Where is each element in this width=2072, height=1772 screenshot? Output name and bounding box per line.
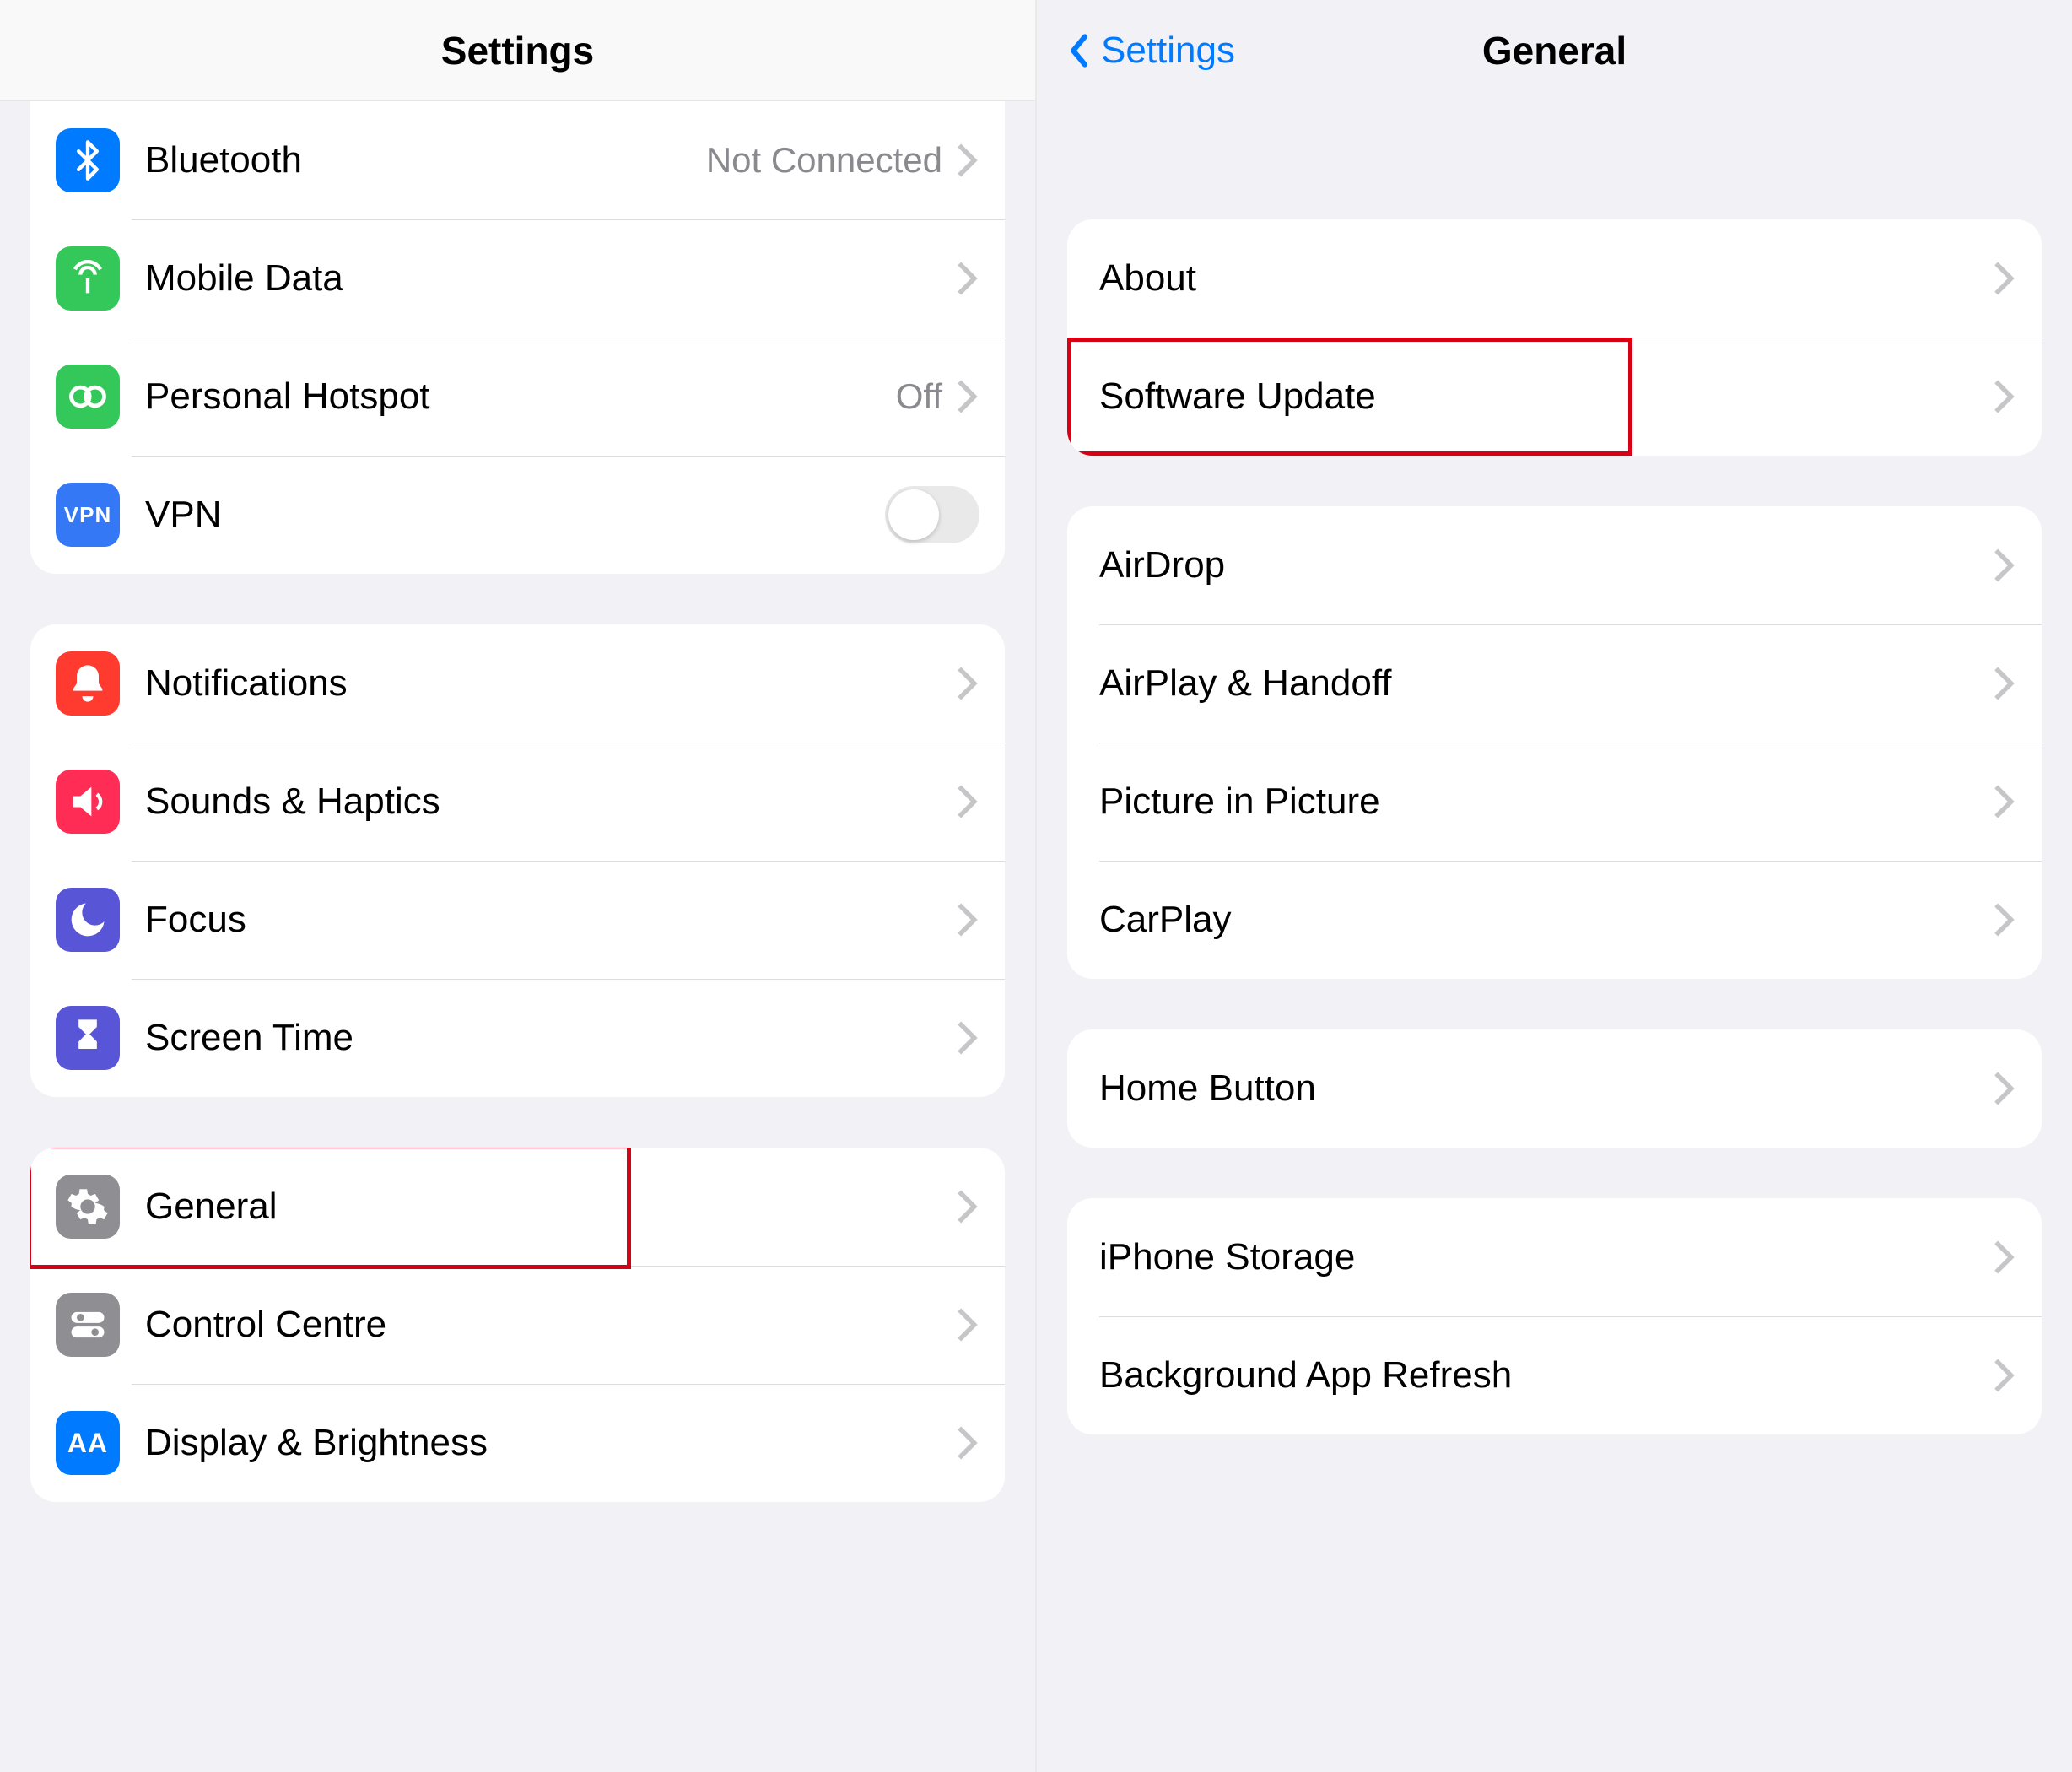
row-notifications[interactable]: Notifications xyxy=(30,624,1005,743)
about-label: About xyxy=(1099,257,1991,300)
general-title: General xyxy=(1482,28,1627,73)
screen-time-label: Screen Time xyxy=(145,1017,954,1059)
row-general[interactable]: General xyxy=(30,1148,1005,1266)
chevron-right-icon xyxy=(954,665,979,702)
bluetooth-label: Bluetooth xyxy=(145,139,706,181)
chevron-right-icon xyxy=(954,1188,979,1225)
software-update-label: Software Update xyxy=(1099,375,1991,418)
row-mobile-data[interactable]: Mobile Data xyxy=(30,219,1005,338)
chevron-right-icon xyxy=(1991,1239,2016,1276)
focus-label: Focus xyxy=(145,899,954,941)
row-airplay-handoff[interactable]: AirPlay & Handoff xyxy=(1067,624,2042,743)
row-personal-hotspot[interactable]: Personal Hotspot Off xyxy=(30,338,1005,456)
moon-icon xyxy=(56,888,120,952)
settings-group-connectivity: Bluetooth Not Connected Mobile Data Pers… xyxy=(30,101,1005,574)
chevron-right-icon xyxy=(954,378,979,415)
row-picture-in-picture[interactable]: Picture in Picture xyxy=(1067,743,2042,861)
hourglass-icon xyxy=(56,1006,120,1070)
chevron-right-icon xyxy=(1991,1070,2016,1107)
row-about[interactable]: About xyxy=(1067,219,2042,338)
chevron-right-icon xyxy=(954,1306,979,1343)
mobile-data-label: Mobile Data xyxy=(145,257,954,300)
row-sounds-haptics[interactable]: Sounds & Haptics xyxy=(30,743,1005,861)
vpn-toggle[interactable] xyxy=(885,486,979,543)
switches-icon xyxy=(56,1293,120,1357)
row-bluetooth[interactable]: Bluetooth Not Connected xyxy=(30,101,1005,219)
carplay-label: CarPlay xyxy=(1099,899,1991,941)
chevron-right-icon xyxy=(1991,378,2016,415)
hotspot-icon xyxy=(56,365,120,429)
chevron-right-icon xyxy=(954,142,979,179)
personal-hotspot-label: Personal Hotspot xyxy=(145,375,896,418)
bluetooth-icon xyxy=(56,128,120,192)
general-group-storage: iPhone Storage Background App Refresh xyxy=(1067,1198,2042,1434)
speaker-icon xyxy=(56,770,120,834)
row-carplay[interactable]: CarPlay xyxy=(1067,861,2042,979)
airplay-handoff-label: AirPlay & Handoff xyxy=(1099,662,1991,705)
back-button[interactable]: Settings xyxy=(1060,0,1235,101)
general-label: General xyxy=(145,1186,954,1228)
general-group-about: About Software Update xyxy=(1067,219,2042,456)
picture-in-picture-label: Picture in Picture xyxy=(1099,781,1991,823)
row-screen-time[interactable]: Screen Time xyxy=(30,979,1005,1097)
notifications-label: Notifications xyxy=(145,662,954,705)
chevron-right-icon xyxy=(954,783,979,820)
general-group-sharing: AirDrop AirPlay & Handoff Picture in Pic… xyxy=(1067,506,2042,979)
back-label: Settings xyxy=(1101,30,1235,72)
chevron-right-icon xyxy=(1991,547,2016,584)
settings-pane: Settings Bluetooth Not Connected Mobile … xyxy=(0,0,1037,1772)
row-display-brightness[interactable]: AA Display & Brightness xyxy=(30,1384,1005,1502)
chevron-right-icon xyxy=(1991,665,2016,702)
chevron-right-icon xyxy=(954,260,979,297)
display-brightness-label: Display & Brightness xyxy=(145,1422,954,1464)
gear-icon xyxy=(56,1175,120,1239)
vpn-icon: VPN xyxy=(56,483,120,547)
chevron-right-icon xyxy=(954,901,979,938)
home-button-label: Home Button xyxy=(1099,1067,1991,1110)
chevron-right-icon xyxy=(1991,1357,2016,1394)
chevron-left-icon xyxy=(1060,32,1098,69)
control-centre-label: Control Centre xyxy=(145,1304,954,1346)
chevron-right-icon xyxy=(1991,783,2016,820)
chevron-right-icon xyxy=(1991,901,2016,938)
row-software-update[interactable]: Software Update xyxy=(1067,338,2042,456)
row-home-button[interactable]: Home Button xyxy=(1067,1029,2042,1148)
bluetooth-value: Not Connected xyxy=(706,140,942,181)
sounds-haptics-label: Sounds & Haptics xyxy=(145,781,954,823)
row-background-app-refresh[interactable]: Background App Refresh xyxy=(1067,1316,2042,1434)
settings-title: Settings xyxy=(441,28,594,73)
chevron-right-icon xyxy=(1991,260,2016,297)
settings-group-notifications: Notifications Sounds & Haptics Focus xyxy=(30,624,1005,1097)
background-app-refresh-label: Background App Refresh xyxy=(1099,1354,1991,1397)
bell-icon xyxy=(56,651,120,716)
vpn-label: VPN xyxy=(145,494,885,536)
general-header: Settings General xyxy=(1037,0,2072,101)
row-airdrop[interactable]: AirDrop xyxy=(1067,506,2042,624)
personal-hotspot-value: Off xyxy=(896,376,942,417)
antenna-icon xyxy=(56,246,120,311)
row-vpn[interactable]: VPN VPN xyxy=(30,456,1005,574)
general-group-home: Home Button xyxy=(1067,1029,2042,1148)
general-pane: Settings General About Software Update A… xyxy=(1037,0,2072,1772)
airdrop-label: AirDrop xyxy=(1099,544,1991,586)
chevron-right-icon xyxy=(954,1424,979,1461)
row-iphone-storage[interactable]: iPhone Storage xyxy=(1067,1198,2042,1316)
row-control-centre[interactable]: Control Centre xyxy=(30,1266,1005,1384)
chevron-right-icon xyxy=(954,1019,979,1056)
settings-group-device: General Control Centre AA Display & Brig… xyxy=(30,1148,1005,1502)
row-focus[interactable]: Focus xyxy=(30,861,1005,979)
iphone-storage-label: iPhone Storage xyxy=(1099,1236,1991,1278)
settings-header: Settings xyxy=(0,0,1035,101)
text-size-icon: AA xyxy=(56,1411,120,1475)
